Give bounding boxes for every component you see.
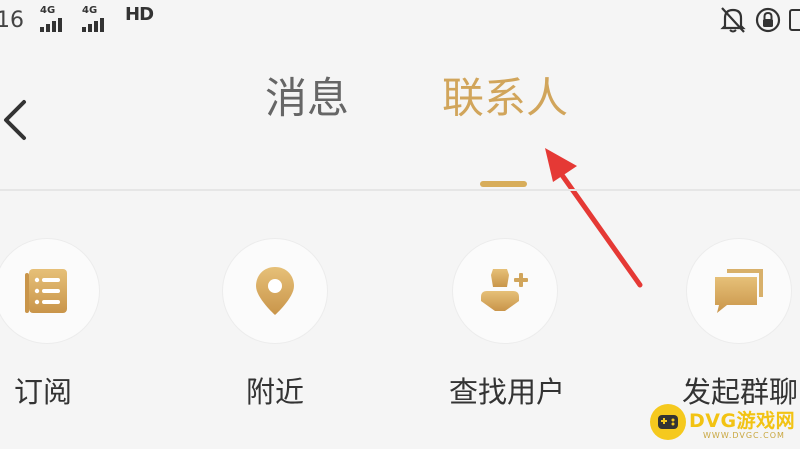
watermark: DVG游戏网 WWW.DVGC.COM (645, 397, 800, 449)
action-icon-circle (0, 238, 100, 344)
action-label: 订阅 (14, 375, 73, 409)
group-chat-icon (715, 269, 763, 313)
back-button[interactable] (0, 90, 40, 150)
status-bar: 16 4G 4G HD (0, 0, 800, 40)
action-label: 附近 (246, 375, 305, 409)
battery-icon (789, 9, 800, 31)
action-icon-circle (452, 238, 558, 344)
location-pin-icon (256, 267, 294, 315)
gamepad-icon (650, 404, 686, 440)
status-time: 16 (0, 8, 24, 33)
lock-rotation-icon (755, 7, 781, 33)
chevron-left-icon (4, 100, 26, 140)
watermark-title: DVG游戏网 (689, 410, 796, 432)
header-divider (0, 189, 800, 191)
watermark-url: WWW.DVGC.COM (703, 431, 785, 440)
tab-contacts[interactable]: 联系人 (442, 65, 568, 126)
bell-off-icon (720, 7, 746, 33)
active-tab-indicator (480, 181, 527, 187)
hd-voice-icon: HD (125, 4, 154, 25)
action-label: 查找用户 (449, 375, 566, 409)
action-icon-circle (686, 238, 792, 344)
action-icon-circle (222, 238, 328, 344)
tab-messages[interactable]: 消息 (265, 65, 349, 126)
add-user-icon (481, 269, 528, 311)
subscription-list-icon (25, 269, 67, 313)
